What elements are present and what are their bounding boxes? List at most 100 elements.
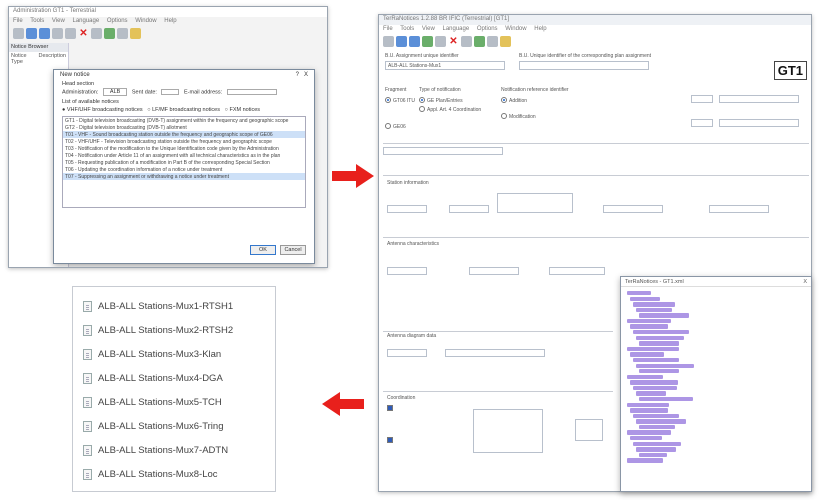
validate-icon[interactable] [422, 35, 433, 47]
list-item[interactable]: T03 - Notification of the modification t… [63, 145, 305, 152]
menu-tools[interactable]: Tools [30, 18, 44, 24]
menu-window[interactable]: Window [135, 18, 156, 24]
menu-window[interactable]: Window [505, 26, 526, 32]
list-item[interactable]: GT1 - Digital television broadcasting (D… [63, 117, 305, 124]
list-item[interactable]: GT2 - Digital television broadcasting (D… [63, 124, 305, 131]
menu-language[interactable]: Language [443, 26, 470, 32]
list-item[interactable]: ALB-ALL Stations-Mux1-RTSH1 [83, 299, 233, 313]
xml-line [633, 302, 675, 307]
open-icon[interactable] [396, 35, 407, 47]
section-divider [383, 237, 809, 238]
radio-art4[interactable] [419, 106, 425, 112]
geo-area-field[interactable] [449, 205, 489, 213]
coord-checkbox-1[interactable] [387, 405, 393, 411]
section-divider [383, 391, 613, 392]
direction-field[interactable] [387, 349, 427, 357]
paste-icon[interactable] [65, 27, 76, 39]
print-icon[interactable] [130, 27, 141, 39]
menu-options[interactable]: Options [107, 18, 128, 24]
file-icon [83, 372, 92, 384]
list-item[interactable]: T07 - Suppressing an assignment or withd… [63, 173, 305, 181]
admin-ref-field[interactable] [719, 95, 799, 103]
notice-tab-strip[interactable] [383, 147, 503, 155]
station-file-list: ALB-ALL Stations-Mux1-RTSH1 ALB-ALL Stat… [72, 286, 276, 492]
administration-select[interactable]: ALB [102, 88, 128, 97]
menu-help[interactable]: Help [534, 26, 546, 32]
radio-ge-plan[interactable] [419, 97, 425, 103]
list-item[interactable]: ALB-ALL Stations-Mux3-Klan [83, 347, 221, 361]
date-field[interactable] [719, 119, 799, 127]
radio-ge06[interactable] [385, 123, 391, 129]
admin-list[interactable] [473, 409, 543, 453]
eff-height-field[interactable] [445, 349, 545, 357]
help-button[interactable]: ? [296, 72, 299, 78]
save-icon[interactable] [409, 35, 420, 47]
radio-vhf-uhf[interactable]: ● VHF/UHF broadcasting notices [62, 107, 143, 113]
radio-modification[interactable] [501, 113, 507, 119]
check-icon[interactable] [474, 35, 485, 47]
col-description[interactable]: Description [38, 53, 66, 60]
list-item[interactable]: ALB-ALL Stations-Mux5-TCH [83, 395, 222, 409]
xml-line [636, 419, 686, 424]
list-item[interactable]: ALB-ALL Stations-Mux2-RTSH2 [83, 323, 233, 337]
menu-tools[interactable]: Tools [400, 26, 414, 32]
xml-close-button[interactable]: X [803, 279, 807, 285]
radio-addition[interactable] [501, 97, 507, 103]
uid2-field[interactable] [519, 61, 649, 70]
menu-file[interactable]: File [13, 18, 23, 24]
menu-view[interactable]: View [52, 18, 65, 24]
list-item[interactable]: ALB-ALL Stations-Mux7-ADTN [83, 443, 228, 457]
coordinates-field[interactable] [497, 193, 573, 213]
cancel-button[interactable]: Cancel [280, 245, 306, 255]
menu-help[interactable]: Help [164, 18, 176, 24]
admin-field[interactable] [691, 95, 713, 103]
site-name-field[interactable] [387, 205, 427, 213]
selected-admin-list[interactable] [575, 419, 603, 441]
export-icon[interactable] [487, 35, 498, 47]
email-field[interactable] [226, 89, 277, 95]
open-icon[interactable] [26, 27, 37, 39]
erp-field[interactable] [709, 205, 769, 213]
menu-view[interactable]: View [422, 26, 435, 32]
copy-icon[interactable] [435, 35, 446, 47]
close-button[interactable]: X [304, 72, 308, 78]
list-item[interactable]: T05 - Requesting publication of a modifi… [63, 159, 305, 166]
save-icon[interactable] [39, 27, 50, 39]
polarization-field[interactable] [469, 267, 519, 275]
list-item-selected[interactable]: T01 - VHF - Sound broadcasting station o… [63, 131, 305, 139]
list-item[interactable]: ALB-ALL Stations-Mux8-Loc [83, 467, 218, 481]
print-icon[interactable] [500, 35, 511, 47]
export-icon[interactable] [117, 27, 128, 39]
list-item[interactable]: T02 - VHF/UHF - Television broadcasting … [63, 138, 305, 145]
altitude-field[interactable] [603, 205, 663, 213]
list-item[interactable]: ALB-ALL Stations-Mux6-Tring [83, 419, 224, 433]
new-icon[interactable] [13, 27, 24, 39]
copy-icon[interactable] [52, 27, 63, 39]
height-field[interactable] [549, 267, 605, 275]
email-field[interactable] [691, 119, 713, 127]
delete-icon[interactable]: ✕ [448, 36, 459, 47]
radio-vhf-uhf-label: VHF/UHF broadcasting notices [66, 107, 143, 114]
list-item[interactable]: ALB-ALL Stations-Mux4-DGA [83, 371, 223, 385]
frequency-field[interactable] [387, 267, 427, 275]
validate-icon[interactable] [104, 27, 115, 39]
menu-options[interactable]: Options [477, 26, 498, 32]
notice-list[interactable]: GT1 - Digital television broadcasting (D… [62, 116, 306, 209]
radio-fxm[interactable]: ○ FXM notices [225, 107, 260, 113]
col-notice-type[interactable]: Notice Type [11, 53, 38, 65]
delete-icon[interactable]: ✕ [78, 28, 89, 39]
menu-language[interactable]: Language [73, 18, 100, 24]
new-icon[interactable] [383, 35, 394, 47]
ok-button[interactable]: OK [250, 245, 276, 255]
uid-field[interactable]: ALB-ALL Stations-Mux1 [385, 61, 505, 70]
xml-line [636, 363, 694, 368]
cut-icon[interactable] [91, 27, 102, 39]
list-item[interactable]: T06 - Updating the coordination informat… [63, 166, 305, 173]
radio-lf-mf[interactable]: ○ LF/MF broadcasting notices [147, 107, 220, 113]
list-item[interactable]: T04 - Notification under Article 11 of a… [63, 152, 305, 159]
menu-file[interactable]: File [383, 26, 393, 32]
radio-gt06[interactable] [385, 97, 391, 103]
cut-icon[interactable] [461, 35, 472, 47]
coord-checkbox-2[interactable] [387, 437, 393, 443]
sent-date-field[interactable] [161, 89, 180, 95]
